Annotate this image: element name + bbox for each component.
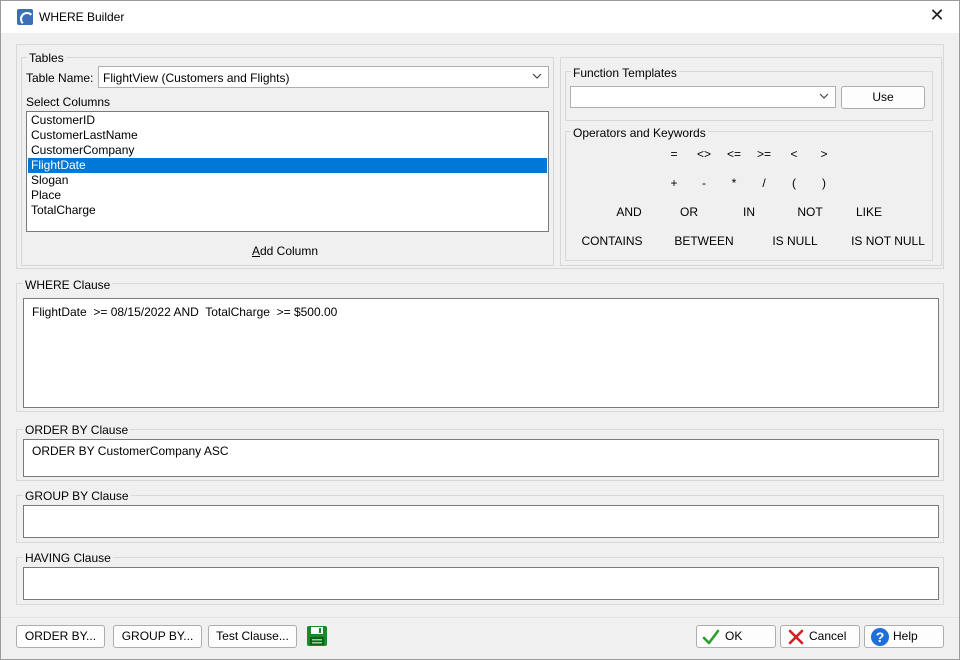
column-list-item[interactable]: Place <box>28 188 547 203</box>
cancel-x-icon <box>788 629 804 645</box>
function-templates-label: Function Templates <box>571 66 679 80</box>
function-templates-select[interactable] <box>570 86 836 108</box>
order-by-clause-text: ORDER BY CustomerCompany ASC <box>32 444 229 458</box>
order-by-clause-label: ORDER BY Clause <box>23 423 131 437</box>
app-icon <box>17 9 33 25</box>
column-list-item[interactable]: TotalCharge <box>28 203 547 218</box>
svg-text:?: ? <box>876 629 885 645</box>
save-icon[interactable] <box>306 625 328 647</box>
group-by-clause-textarea[interactable] <box>23 505 939 538</box>
op-not-equal[interactable]: <> <box>689 146 719 162</box>
column-list-item[interactable]: CustomerLastName <box>28 128 547 143</box>
cancel-button[interactable]: Cancel <box>780 625 860 648</box>
select-columns-label: Select Columns <box>26 95 111 109</box>
kw-contains[interactable]: CONTAINS <box>577 233 647 249</box>
help-button[interactable]: ? Help <box>864 625 944 648</box>
kw-is-null[interactable]: IS NULL <box>760 233 830 249</box>
chevron-down-icon <box>819 93 829 99</box>
kw-between[interactable]: BETWEEN <box>669 233 739 249</box>
table-name-label: Table Name: <box>26 71 94 85</box>
kw-and[interactable]: AND <box>604 204 654 220</box>
group-by-clause-label: GROUP BY Clause <box>23 489 131 503</box>
op-equals[interactable]: = <box>659 146 689 162</box>
kw-not[interactable]: NOT <box>785 204 835 220</box>
op-close-paren[interactable]: ) <box>809 175 839 191</box>
operators-label: Operators and Keywords <box>571 126 708 140</box>
column-list-item[interactable]: Slogan <box>28 173 547 188</box>
footer-bar: ORDER BY... GROUP BY... Test Clause... O… <box>1 617 959 659</box>
chevron-down-icon <box>532 73 542 79</box>
kw-or[interactable]: OR <box>664 204 714 220</box>
op-minus[interactable]: - <box>689 175 719 191</box>
dialog-content: Tables Table Name: FlightView (Customers… <box>1 33 959 617</box>
having-clause-label: HAVING Clause <box>23 551 113 565</box>
add-column-accel: A <box>251 244 260 258</box>
where-clause-text: FlightDate >= 08/15/2022 AND TotalCharge… <box>32 305 338 319</box>
checkmark-icon <box>702 629 720 645</box>
add-column-label: dd Column <box>259 244 319 258</box>
column-list-item[interactable]: FlightDate <box>28 158 547 173</box>
where-clause-textarea[interactable]: FlightDate >= 08/15/2022 AND TotalCharge… <box>23 298 939 408</box>
having-clause-textarea[interactable] <box>23 567 939 600</box>
help-icon: ? <box>871 628 889 646</box>
window-title: WHERE Builder <box>39 10 125 24</box>
where-clause-label: WHERE Clause <box>23 278 113 292</box>
help-label: Help <box>893 629 918 643</box>
tables-group-label: Tables <box>27 51 66 65</box>
op-plus[interactable]: + <box>659 175 689 191</box>
use-button[interactable]: Use <box>841 86 925 109</box>
ok-button[interactable]: OK <box>696 625 776 648</box>
op-multiply[interactable]: * <box>719 175 749 191</box>
table-name-select[interactable]: FlightView (Customers and Flights) <box>98 66 549 88</box>
kw-is-not-null[interactable]: IS NOT NULL <box>848 233 928 249</box>
table-name-value: FlightView (Customers and Flights) <box>103 71 290 85</box>
column-list-item[interactable]: CustomerID <box>28 113 547 128</box>
cancel-label: Cancel <box>809 629 847 643</box>
group-by-button[interactable]: GROUP BY... <box>113 625 202 648</box>
order-by-button[interactable]: ORDER BY... <box>16 625 105 648</box>
ok-label: OK <box>725 629 743 643</box>
close-icon[interactable]: ✕ <box>923 5 951 29</box>
op-open-paren[interactable]: ( <box>779 175 809 191</box>
op-less[interactable]: < <box>779 146 809 162</box>
op-greater[interactable]: > <box>809 146 839 162</box>
columns-list[interactable]: CustomerID CustomerLastName CustomerCompan… <box>26 111 549 232</box>
where-builder-dialog: WHERE Builder ✕ Tables Table Name: Fligh… <box>0 0 960 660</box>
kw-like[interactable]: LIKE <box>844 204 894 220</box>
op-divide[interactable]: / <box>749 175 779 191</box>
op-less-equal[interactable]: <= <box>719 146 749 162</box>
op-greater-equal[interactable]: >= <box>749 146 779 162</box>
order-by-clause-textarea[interactable]: ORDER BY CustomerCompany ASC <box>23 439 939 477</box>
kw-in[interactable]: IN <box>724 204 774 220</box>
column-list-item[interactable]: CustomerCompany <box>28 143 547 158</box>
test-clause-button[interactable]: Test Clause... <box>208 625 297 648</box>
title-bar: WHERE Builder ✕ <box>1 1 959 33</box>
add-column-button[interactable]: Add Column <box>235 244 335 258</box>
